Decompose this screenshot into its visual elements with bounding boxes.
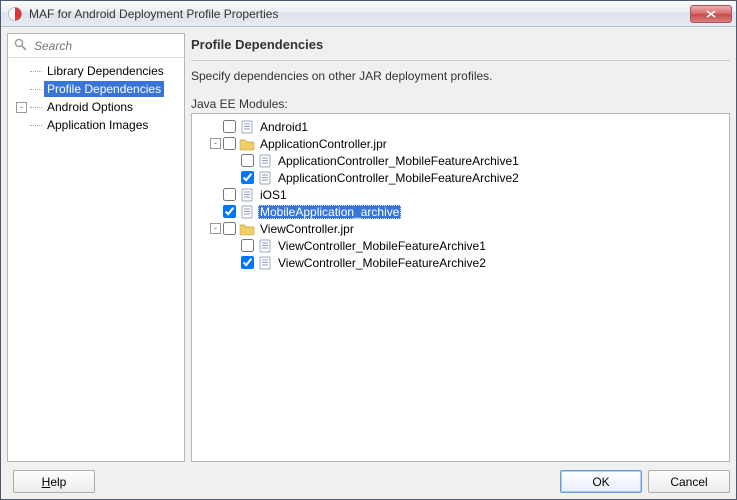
folder-icon bbox=[239, 222, 255, 236]
nav-item[interactable]: Profile Dependencies bbox=[8, 80, 184, 98]
document-icon bbox=[257, 256, 273, 270]
tree-row[interactable]: ViewController_MobileFeatureArchive2 bbox=[194, 254, 727, 271]
tree-row[interactable]: MobileApplication_archive bbox=[194, 203, 727, 220]
tree-row[interactable]: iOS1 bbox=[194, 186, 727, 203]
nav-tree: Library Dependencies Profile Dependencies… bbox=[8, 58, 184, 461]
nav-item-label: Application Images bbox=[44, 117, 151, 133]
modules-tree: Android1 - ApplicationController.jpr Applic… bbox=[191, 113, 730, 462]
document-icon bbox=[257, 171, 273, 185]
expander-icon[interactable]: - bbox=[16, 102, 27, 113]
dialog-title: MAF for Android Deployment Profile Prope… bbox=[29, 7, 690, 21]
tree-row[interactable]: ViewController_MobileFeatureArchive1 bbox=[194, 237, 727, 254]
document-icon bbox=[239, 120, 255, 134]
app-icon bbox=[7, 6, 23, 22]
tree-row[interactable]: ApplicationController_MobileFeatureArchi… bbox=[194, 169, 727, 186]
tree-label: Java EE Modules: bbox=[191, 97, 730, 111]
document-icon bbox=[239, 188, 255, 202]
nav-item-label: Profile Dependencies bbox=[44, 81, 164, 97]
tree-row[interactable]: ApplicationController_MobileFeatureArchi… bbox=[194, 152, 727, 169]
search-input[interactable] bbox=[32, 38, 193, 54]
tree-checkbox[interactable] bbox=[223, 222, 236, 235]
tree-row-label: ViewController_MobileFeatureArchive1 bbox=[276, 239, 488, 253]
help-button[interactable]: Help bbox=[13, 470, 95, 493]
main-area: Library Dependencies Profile Dependencies… bbox=[7, 33, 730, 462]
tree-row-label: ApplicationController.jpr bbox=[258, 137, 389, 151]
help-button-rest: elp bbox=[50, 475, 66, 489]
nav-item[interactable]: Library Dependencies bbox=[8, 62, 184, 80]
expander-icon[interactable]: - bbox=[210, 223, 221, 234]
button-bar: Help OK Cancel bbox=[7, 468, 730, 493]
nav-item-label: Library Dependencies bbox=[44, 63, 167, 79]
tree-checkbox[interactable] bbox=[223, 205, 236, 218]
panel-header: Profile Dependencies bbox=[191, 33, 730, 61]
tree-checkbox[interactable] bbox=[223, 120, 236, 133]
search-row bbox=[8, 34, 184, 58]
panel-description: Specify dependencies on other JAR deploy… bbox=[191, 69, 730, 83]
tree-row-label: Android1 bbox=[258, 120, 310, 134]
tree-checkbox[interactable] bbox=[241, 154, 254, 167]
document-icon bbox=[257, 154, 273, 168]
nav-item[interactable]: - Android Options bbox=[8, 98, 184, 116]
tree-checkbox[interactable] bbox=[241, 256, 254, 269]
tree-row-label: MobileApplication_archive bbox=[258, 205, 401, 219]
tree-row-label: ViewController.jpr bbox=[258, 222, 356, 236]
document-icon bbox=[257, 239, 273, 253]
tree-checkbox[interactable] bbox=[241, 239, 254, 252]
dialog-window: MAF for Android Deployment Profile Prope… bbox=[0, 0, 737, 500]
nav-item-label: Android Options bbox=[44, 99, 136, 115]
tree-row-label: ApplicationController_MobileFeatureArchi… bbox=[276, 154, 521, 168]
dialog-body: Library Dependencies Profile Dependencies… bbox=[1, 27, 736, 499]
tree-row-label: ApplicationController_MobileFeatureArchi… bbox=[276, 171, 521, 185]
tree-row[interactable]: - ViewController.jpr bbox=[194, 220, 727, 237]
right-pane: Profile Dependencies Specify dependencie… bbox=[191, 33, 730, 462]
left-pane: Library Dependencies Profile Dependencies… bbox=[7, 33, 185, 462]
cancel-button-label: Cancel bbox=[670, 475, 707, 489]
ok-button-label: OK bbox=[592, 475, 609, 489]
nav-item[interactable]: Application Images bbox=[8, 116, 184, 134]
tree-row[interactable]: - ApplicationController.jpr bbox=[194, 135, 727, 152]
document-icon bbox=[239, 205, 255, 219]
ok-button[interactable]: OK bbox=[560, 470, 642, 493]
tree-checkbox[interactable] bbox=[223, 188, 236, 201]
tree-checkbox[interactable] bbox=[223, 137, 236, 150]
expander-icon[interactable]: - bbox=[210, 138, 221, 149]
cancel-button[interactable]: Cancel bbox=[648, 470, 730, 493]
tree-row[interactable]: Android1 bbox=[194, 118, 727, 135]
tree-checkbox[interactable] bbox=[241, 171, 254, 184]
tree-row-label: iOS1 bbox=[258, 188, 289, 202]
tree-row-label: ViewController_MobileFeatureArchive2 bbox=[276, 256, 488, 270]
search-icon bbox=[14, 38, 27, 54]
titlebar: MAF for Android Deployment Profile Prope… bbox=[1, 1, 736, 27]
close-button[interactable] bbox=[690, 5, 732, 23]
folder-icon bbox=[239, 137, 255, 151]
